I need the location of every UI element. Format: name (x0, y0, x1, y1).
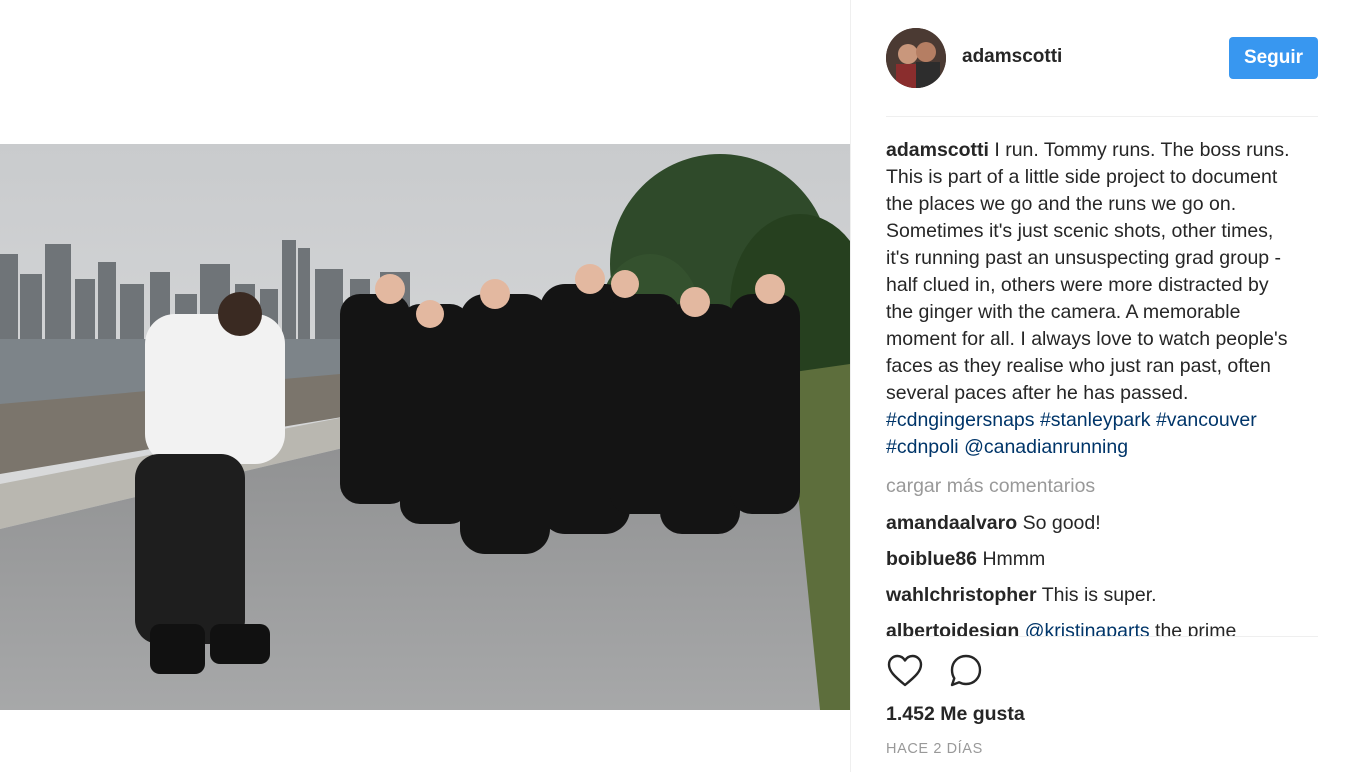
caption-line: the ginger with the camera. A memorable (886, 301, 1241, 323)
hashtag-link[interactable]: #vancouver (1156, 409, 1257, 431)
mention-link[interactable]: @kristinaparts (1025, 620, 1150, 637)
comment-username[interactable]: wahlchristopher (886, 584, 1037, 606)
comment-icon[interactable] (947, 652, 985, 690)
comment-username[interactable]: amandaalvaro (886, 512, 1017, 534)
likes-count[interactable]: 1.452 Me gusta (886, 703, 1025, 726)
comment-text: This is super. (1041, 584, 1157, 606)
caption-line: faces as they realise who just ran past,… (886, 355, 1271, 377)
caption-line: several paces after he has passed. (886, 382, 1189, 404)
comment-item: boiblue86 Hmmm (886, 546, 1326, 573)
post-photo-area (0, 0, 850, 772)
post-header: adamscotti Seguir (886, 28, 1318, 90)
comment-text: the prime (1155, 620, 1237, 637)
comment-item: albertoidesign @kristinaparts the prime (886, 618, 1326, 637)
caption-line: This is part of a little side project to… (886, 166, 1278, 188)
comments-list[interactable]: adamscotti I run. Tommy runs. The boss r… (886, 137, 1326, 637)
caption-line: it's running past an unsuspecting grad g… (886, 247, 1282, 269)
comment-username[interactable]: boiblue86 (886, 548, 977, 570)
divider (886, 636, 1318, 637)
avatar[interactable] (886, 28, 946, 88)
mention-link[interactable]: @canadianrunning (964, 436, 1128, 458)
caption: adamscotti I run. Tommy runs. The boss r… (886, 137, 1326, 461)
post-photo[interactable] (0, 144, 850, 710)
heart-icon[interactable] (886, 652, 924, 690)
caption-line: I run. Tommy runs. The boss runs. (994, 139, 1290, 161)
comment-item: wahlchristopher This is super. (886, 582, 1326, 609)
caption-line: Sometimes it's just scenic shots, other … (886, 220, 1274, 242)
username[interactable]: adamscotti (962, 46, 1062, 68)
hashtag-link[interactable]: #stanleypark (1040, 409, 1151, 431)
caption-line: the places we go and the runs we go on. (886, 193, 1237, 215)
comment-text: So good! (1022, 512, 1101, 534)
caption-line: moment for all. I always love to watch p… (886, 328, 1288, 350)
hashtag-link[interactable]: #cdngingersnaps (886, 409, 1035, 431)
load-more-comments[interactable]: cargar más comentarios (886, 473, 1326, 500)
comment-text: Hmmm (982, 548, 1046, 570)
post-timestamp[interactable]: HACE 2 DÍAS (886, 741, 983, 757)
caption-username[interactable]: adamscotti (886, 139, 989, 161)
follow-button[interactable]: Seguir (1229, 37, 1318, 79)
post-sidebar: adamscotti Seguir adamscotti I run. Tomm… (850, 0, 1353, 772)
comment-username[interactable]: albertoidesign (886, 620, 1019, 637)
hashtag-link[interactable]: #cdnpoli (886, 436, 959, 458)
divider (886, 116, 1318, 117)
comment-item: amandaalvaro So good! (886, 510, 1326, 537)
caption-line: half clued in, others were more distract… (886, 274, 1269, 296)
